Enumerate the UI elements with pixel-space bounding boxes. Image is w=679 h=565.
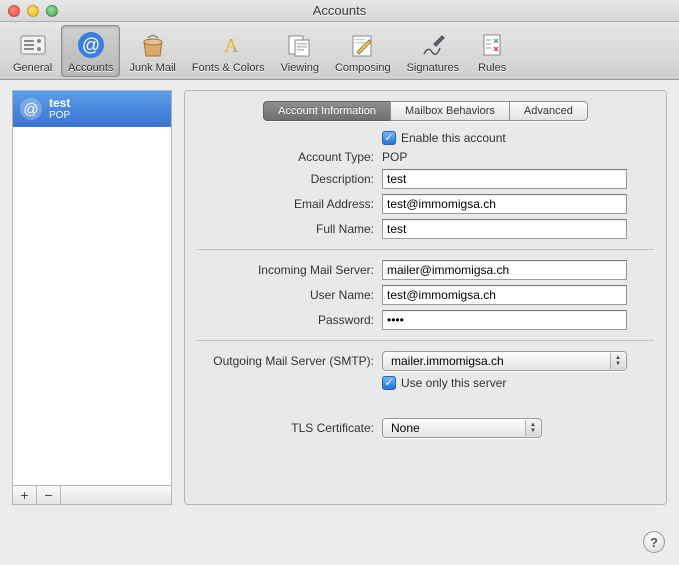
email-field[interactable] <box>382 194 627 214</box>
enable-account-label: Enable this account <box>401 131 506 145</box>
tab-mailbox-behaviors[interactable]: Mailbox Behaviors <box>390 101 509 121</box>
rules-icon <box>476 29 508 61</box>
description-label: Description: <box>197 172 382 186</box>
toolbar-fonts-colors[interactable]: A Fonts & Colors <box>185 25 272 77</box>
titlebar: Accounts <box>0 0 679 22</box>
toolbar-label: Accounts <box>68 62 113 74</box>
account-type-label: Account Type: <box>197 150 382 164</box>
tls-label: TLS Certificate: <box>197 421 382 435</box>
accounts-list[interactable]: @ test POP <box>12 90 172 485</box>
checkmark-icon: ✓ <box>382 131 396 145</box>
toolbar-rules[interactable]: Rules <box>468 25 516 77</box>
tab-account-information[interactable]: Account Information <box>263 101 390 121</box>
at-sign-icon: @ <box>75 29 107 61</box>
toolbar-label: Fonts & Colors <box>192 62 265 74</box>
gear-switches-icon <box>17 29 49 61</box>
toolbar-junk-mail[interactable]: Junk Mail <box>122 25 182 77</box>
toolbar-label: Composing <box>335 62 391 74</box>
preferences-toolbar: General @ Accounts Junk Mail A Fonts & C… <box>0 22 679 80</box>
use-only-server-label: Use only this server <box>401 376 506 390</box>
add-account-button[interactable]: + <box>13 486 37 504</box>
smtp-value: mailer.immomigsa.ch <box>391 354 504 368</box>
toolbar-accounts[interactable]: @ Accounts <box>61 25 120 77</box>
toolbar-composing[interactable]: Composing <box>328 25 398 77</box>
email-label: Email Address: <box>197 197 382 211</box>
account-type: POP <box>49 110 70 121</box>
tab-advanced[interactable]: Advanced <box>509 101 588 121</box>
fullname-field[interactable] <box>382 219 627 239</box>
toolbar-label: Rules <box>478 62 506 74</box>
viewing-icon <box>284 29 316 61</box>
fonts-colors-icon: A <box>212 29 244 61</box>
updown-arrows-icon: ▲▼ <box>610 353 625 369</box>
toolbar-signatures[interactable]: Signatures <box>400 25 467 77</box>
username-label: User Name: <box>197 288 382 302</box>
toolbar-label: General <box>13 62 52 74</box>
tls-value: None <box>391 421 420 435</box>
accounts-sidebar: @ test POP + − <box>12 90 172 505</box>
toolbar-label: Signatures <box>407 62 460 74</box>
content-area: @ test POP + − Account Information Mailb… <box>0 80 679 515</box>
svg-text:A: A <box>224 35 239 57</box>
account-settings-panel: Account Information Mailbox Behaviors Ad… <box>184 90 667 505</box>
fullname-label: Full Name: <box>197 222 382 236</box>
toolbar-label: Junk Mail <box>129 62 175 74</box>
junk-bin-icon <box>137 29 169 61</box>
svg-text:@: @ <box>82 35 100 55</box>
checkmark-icon: ✓ <box>382 376 396 390</box>
sidebar-footer: + − <box>12 485 172 505</box>
remove-account-button[interactable]: − <box>37 486 61 504</box>
smtp-label: Outgoing Mail Server (SMTP): <box>197 354 382 368</box>
svg-text:@: @ <box>23 101 38 118</box>
enable-account-checkbox[interactable]: ✓ Enable this account <box>382 131 506 145</box>
tls-certificate-popup[interactable]: None ▲▼ <box>382 418 542 438</box>
account-type-value: POP <box>382 150 407 164</box>
toolbar-general[interactable]: General <box>6 25 59 77</box>
password-field[interactable] <box>382 310 627 330</box>
incoming-server-label: Incoming Mail Server: <box>197 263 382 277</box>
divider <box>197 249 654 250</box>
account-row[interactable]: @ test POP <box>13 91 171 127</box>
account-name: test <box>49 97 70 110</box>
toolbar-label: Viewing <box>281 62 319 74</box>
updown-arrows-icon: ▲▼ <box>525 420 540 436</box>
divider <box>197 340 654 341</box>
smtp-server-popup[interactable]: mailer.immomigsa.ch ▲▼ <box>382 351 627 371</box>
window-title: Accounts <box>0 3 679 18</box>
username-field[interactable] <box>382 285 627 305</box>
password-label: Password: <box>197 313 382 327</box>
signature-pen-icon <box>417 29 449 61</box>
help-icon: ? <box>650 535 658 550</box>
tab-bar: Account Information Mailbox Behaviors Ad… <box>197 101 654 121</box>
divider <box>197 400 654 408</box>
at-sign-icon: @ <box>19 97 43 121</box>
composing-icon <box>347 29 379 61</box>
use-only-server-checkbox[interactable]: ✓ Use only this server <box>382 376 506 390</box>
footer-spacer <box>61 486 171 504</box>
account-meta: test POP <box>49 97 70 121</box>
description-field[interactable] <box>382 169 627 189</box>
help-button[interactable]: ? <box>643 531 665 553</box>
toolbar-viewing[interactable]: Viewing <box>274 25 326 77</box>
incoming-server-field[interactable] <box>382 260 627 280</box>
